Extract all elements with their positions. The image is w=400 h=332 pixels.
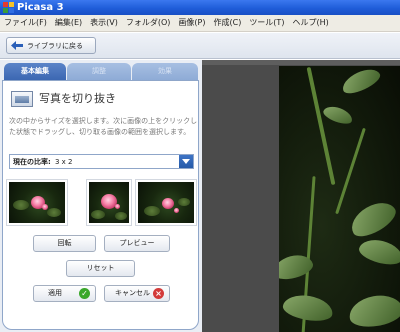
crop-title: 写真を切り抜き — [39, 92, 116, 105]
menu-create[interactable]: 作成(C) — [213, 15, 241, 31]
menu-folder[interactable]: フォルダ(O) — [126, 15, 171, 31]
checkmark-icon: ✓ — [79, 288, 90, 299]
cancel-button[interactable]: キャンセル × — [104, 285, 170, 302]
menu-file[interactable]: ファイル(F) — [4, 15, 47, 31]
preview-button[interactable]: プレビュー — [104, 235, 170, 252]
reset-button[interactable]: リセット — [66, 260, 135, 277]
picasa-window: Picasa 3 ファイル(F) 編集(E) 表示(V) フォルダ(O) 画像(… — [0, 0, 400, 332]
menu-edit[interactable]: 編集(E) — [55, 15, 82, 31]
menu-help[interactable]: ヘルプ(H) — [292, 15, 328, 31]
viewer-top-strip — [202, 60, 400, 65]
crop-thumbnail-square[interactable] — [135, 179, 197, 226]
photo-viewer — [202, 60, 400, 332]
title-bar: Picasa 3 — [0, 0, 400, 15]
back-button-label: ライブラリに戻る — [27, 41, 83, 50]
back-arrow-icon — [11, 41, 23, 50]
menu-bar: ファイル(F) 編集(E) 表示(V) フォルダ(O) 画像(P) 作成(C) … — [0, 15, 400, 32]
menu-view[interactable]: 表示(V) — [90, 15, 118, 31]
tab-tuning[interactable]: 調整 — [67, 63, 131, 80]
crop-description: 次の中からサイズを選択します。次に画像の上をクリックした状態でドラッグし、切り取… — [9, 117, 198, 136]
apply-label: 適用 — [48, 289, 62, 297]
dropdown-arrow-icon[interactable] — [179, 155, 193, 168]
crop-thumbnail-wide[interactable] — [6, 179, 68, 226]
tab-effects[interactable]: 効果 — [132, 63, 198, 80]
menu-picture[interactable]: 画像(P) — [178, 15, 205, 31]
menu-tools[interactable]: ツール(T) — [249, 15, 284, 31]
ratio-label: 現在の比率: — [13, 158, 51, 166]
rotate-button[interactable]: 回転 — [33, 235, 96, 252]
cancel-x-icon: × — [153, 288, 164, 299]
edit-panel: 基本編集 調整 効果 写真を切り抜き 次の中からサイズを選択します。次に画像の上… — [0, 60, 202, 332]
back-to-library-button[interactable]: ライブラリに戻る — [6, 37, 96, 54]
ratio-value: 3 x 2 — [55, 158, 73, 166]
tab-basic-edit[interactable]: 基本編集 — [4, 63, 66, 80]
cancel-label: キャンセル — [115, 289, 150, 297]
picasa-logo-icon — [3, 2, 14, 13]
edit-tabs: 基本編集 調整 効果 — [2, 63, 200, 80]
toolbar: ライブラリに戻る — [0, 33, 400, 59]
apply-button[interactable]: 適用 ✓ — [33, 285, 96, 302]
window-title: Picasa 3 — [17, 2, 64, 13]
aspect-ratio-select[interactable]: 現在の比率: 3 x 2 — [9, 154, 194, 169]
crop-thumbnail-portrait[interactable] — [86, 179, 132, 226]
crop-icon — [11, 91, 33, 107]
rose-photo[interactable] — [279, 66, 400, 332]
crop-panel: 写真を切り抜き 次の中からサイズを選択します。次に画像の上をクリックした状態でド… — [2, 80, 199, 330]
